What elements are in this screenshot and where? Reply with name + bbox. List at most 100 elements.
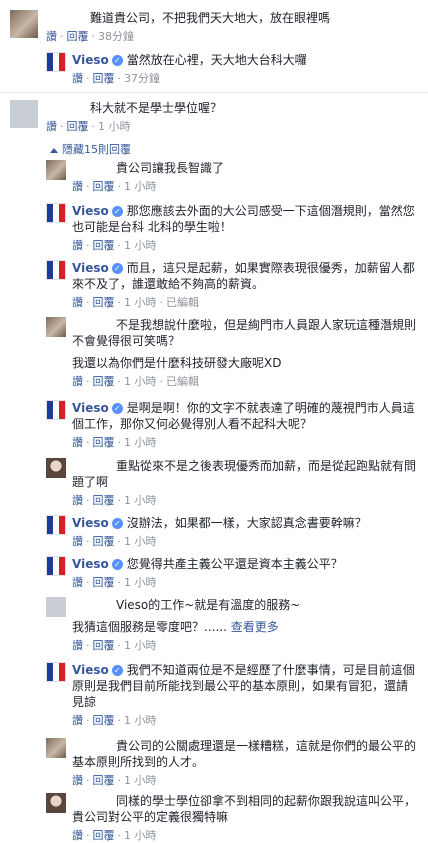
comment-text: 重點從來不是之後表現優秀而加薪，而是從起跑點就有問題了啊 — [72, 459, 417, 489]
reply-link[interactable]: 回覆 — [93, 829, 115, 842]
reply-link[interactable]: 回覆 — [93, 639, 115, 652]
comment-time[interactable]: 38分鐘 — [98, 30, 134, 43]
commenter-name[interactable]: Vieso — [72, 401, 109, 415]
vieso-avatar[interactable] — [46, 400, 66, 420]
vieso-avatar[interactable] — [46, 52, 66, 72]
like-link[interactable]: 讚 — [72, 535, 83, 548]
like-link[interactable]: 讚 — [72, 639, 83, 652]
comment-time[interactable]: 1 小時 — [124, 829, 157, 842]
like-link[interactable]: 讚 — [46, 120, 57, 133]
like-link[interactable]: 讚 — [72, 239, 83, 252]
chevron-up-icon — [50, 147, 58, 153]
like-link[interactable]: 讚 — [72, 375, 83, 388]
like-link[interactable]: 讚 — [72, 714, 83, 727]
reply-link[interactable]: 回覆 — [67, 30, 89, 43]
commenter-name-redacted[interactable] — [72, 460, 116, 470]
like-link[interactable]: 讚 — [72, 72, 83, 85]
comment-time[interactable]: 1 小時 — [124, 239, 157, 252]
comment-time[interactable]: 1 小時 — [124, 714, 157, 727]
comment-time[interactable]: 1 小時 — [124, 436, 157, 449]
comment-time[interactable]: 1 小時 — [124, 180, 157, 193]
verified-icon: ✓ — [111, 206, 123, 217]
like-link[interactable]: 讚 — [72, 829, 83, 842]
reply-link[interactable]: 回覆 — [93, 436, 115, 449]
commenter-name[interactable]: Vieso — [72, 516, 109, 530]
commenter-name[interactable]: Vieso — [72, 53, 109, 67]
edited-label[interactable]: 已編輯 — [166, 375, 199, 388]
commenter-avatar[interactable] — [46, 317, 66, 337]
reply-link[interactable]: 回覆 — [93, 296, 115, 309]
like-link[interactable]: 讚 — [72, 774, 83, 787]
comment-text: Vieso的工作~就是有溫度的服務~ — [116, 598, 301, 612]
reply-link[interactable]: 回覆 — [93, 375, 115, 388]
comment-time[interactable]: 1 小時 — [124, 494, 157, 507]
like-link[interactable]: 讚 — [72, 576, 83, 589]
comment-thread: 難道貴公司，不把我們天大地大，放在眼裡嗎 讚 · 回覆 · 38分鐘 Vieso ✓ 當然放… — [0, 0, 428, 842]
reply-link[interactable]: 回覆 — [93, 774, 115, 787]
verified-icon: ✓ — [111, 559, 123, 570]
commenter-avatar[interactable] — [46, 160, 66, 180]
reply-link[interactable]: 回覆 — [93, 576, 115, 589]
commenter-name-redacted[interactable] — [46, 12, 90, 22]
commenter-name-redacted[interactable] — [72, 319, 116, 329]
comment-time[interactable]: 1 小時 — [124, 576, 157, 589]
hide-replies-toggle[interactable]: 隱藏15則回覆 — [50, 141, 131, 157]
commenter-name-redacted[interactable] — [72, 162, 116, 172]
comment-text: 科大就不是學士學位喔？ — [90, 101, 223, 115]
reply-link[interactable]: 回覆 — [93, 494, 115, 507]
verified-icon: ✓ — [111, 403, 123, 414]
commenter-avatar[interactable] — [46, 458, 66, 478]
like-link[interactable]: 讚 — [72, 494, 83, 507]
edited-label[interactable]: 已編輯 — [166, 296, 199, 309]
reply-link[interactable]: 回覆 — [93, 535, 115, 548]
verified-icon: ✓ — [111, 518, 123, 529]
reply-link[interactable]: 回覆 — [93, 239, 115, 252]
commenter-avatar[interactable] — [46, 793, 66, 813]
commenter-avatar[interactable] — [46, 738, 66, 758]
like-link[interactable]: 讚 — [72, 296, 83, 309]
verified-icon: ✓ — [111, 55, 123, 66]
commenter-name-redacted[interactable] — [72, 795, 116, 805]
commenter-avatar[interactable] — [46, 597, 66, 617]
comment-text: 不是我想說什麼啦，但是絢門市人員跟人家玩這種潛規則不會覺得很可笑嗎？ — [72, 318, 417, 348]
commenter-name-redacted[interactable] — [72, 599, 116, 609]
like-link[interactable]: 讚 — [46, 30, 57, 43]
comment-text: 當然放在心裡，天大地大台科大囉 — [126, 53, 307, 67]
vieso-avatar[interactable] — [46, 515, 66, 535]
commenter-name[interactable]: Vieso — [72, 204, 109, 218]
commenter-name[interactable]: Vieso — [72, 663, 109, 677]
comment-time[interactable]: 1 小時 — [124, 296, 157, 309]
comment-text: 那您應該去外面的大公司感受一下這個潛規則，當然您也可能是台科 北科的學生啦！ — [72, 204, 415, 234]
comment-text: 您覺得共產主義公平還是資本主義公平？ — [126, 557, 343, 571]
see-more-link[interactable]: 查看更多 — [231, 620, 279, 634]
comment-time[interactable]: 1 小時 — [98, 120, 131, 133]
vieso-avatar[interactable] — [46, 662, 66, 682]
vieso-avatar[interactable] — [46, 556, 66, 576]
commenter-name[interactable]: Vieso — [72, 261, 109, 275]
comment-time[interactable]: 1 小時 — [124, 774, 157, 787]
comment-text: 沒辦法，如果都一樣，大家認真念書要幹嘛？ — [126, 516, 367, 530]
commenter-name-redacted[interactable] — [72, 740, 116, 750]
comment-text: 貴公司讓我長智識了 — [116, 161, 225, 175]
commenter-avatar[interactable] — [10, 10, 38, 38]
like-link[interactable]: 讚 — [72, 436, 83, 449]
comment-text: 而且，這只是起薪，如果實際表現很優秀，加薪留人都來不及了，誰還敢給不夠高的薪資。 — [72, 261, 415, 291]
reply-link[interactable]: 回覆 — [93, 180, 115, 193]
comment-time[interactable]: 1 小時 — [124, 375, 157, 388]
like-link[interactable]: 讚 — [72, 180, 83, 193]
commenter-name[interactable]: Vieso — [72, 557, 109, 571]
comment-text-second-paragraph: 我還以為你們是什麼科技研發大廠呢XD — [72, 356, 282, 370]
vieso-avatar[interactable] — [46, 203, 66, 223]
comment-time[interactable]: 1 小時 — [124, 535, 157, 548]
commenter-avatar[interactable] — [10, 100, 38, 128]
vieso-avatar[interactable] — [46, 260, 66, 280]
commenter-name-redacted[interactable] — [46, 102, 90, 112]
reply-link[interactable]: 回覆 — [67, 120, 89, 133]
hide-replies-label: 隱藏15則回覆 — [62, 143, 131, 156]
comment-time[interactable]: 37分鐘 — [124, 72, 160, 85]
reply-link[interactable]: 回覆 — [93, 714, 115, 727]
comment-time[interactable]: 1 小時 — [124, 639, 157, 652]
verified-icon: ✓ — [111, 263, 123, 274]
reply-link[interactable]: 回覆 — [93, 72, 115, 85]
verified-icon: ✓ — [111, 665, 123, 676]
